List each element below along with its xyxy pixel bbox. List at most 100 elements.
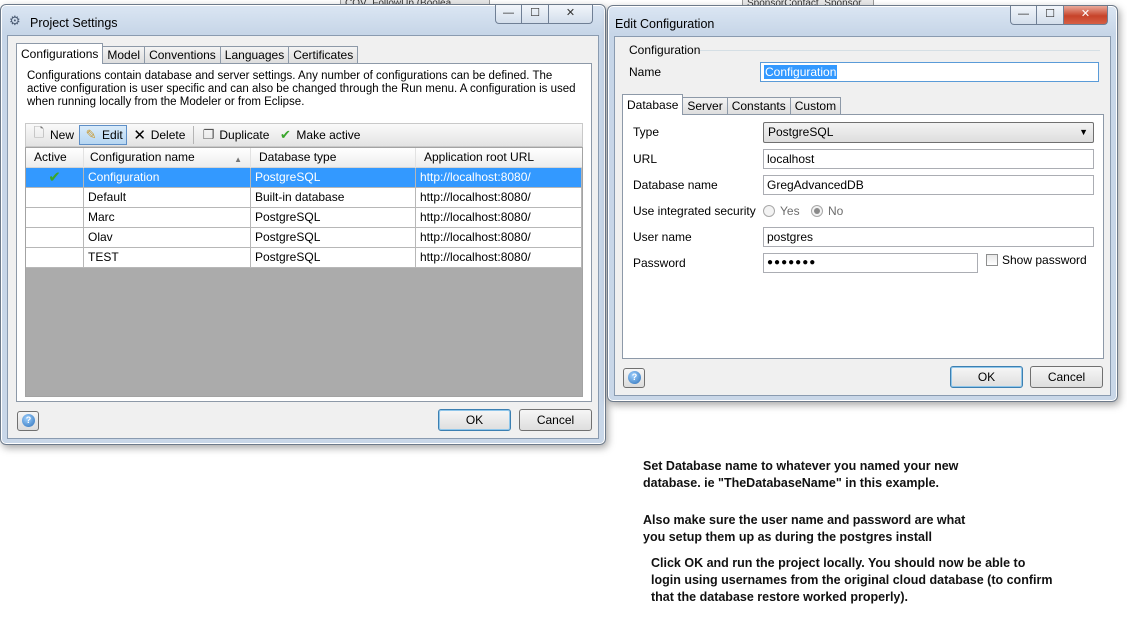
tab-custom[interactable]: Custom (789, 97, 842, 115)
show-password-label: Show password (1002, 253, 1087, 267)
table-row[interactable]: Marc PostgreSQL http://localhost:8080/ (26, 208, 582, 228)
tab-conventions[interactable]: Conventions (144, 46, 221, 64)
database-name-label: Database name (633, 178, 718, 192)
password-label: Password (633, 256, 686, 270)
tab-database[interactable]: Database (622, 94, 684, 115)
pencil-icon: ✎ (85, 127, 97, 142)
group-divider (700, 50, 1100, 51)
cancel-button[interactable]: Cancel (519, 409, 592, 431)
tab-constants[interactable]: Constants (726, 97, 791, 115)
url-input[interactable]: localhost (763, 149, 1094, 169)
project-settings-window: ⚙ Project Settings — ☐ ✕ Configurations … (0, 4, 606, 445)
instruction-note: Set Database name to whatever you named … (643, 458, 958, 492)
note-line: Also make sure the user name and passwor… (643, 513, 966, 527)
close-button[interactable]: ✕ (1064, 6, 1108, 25)
window-title: Edit Configuration (615, 17, 715, 31)
database-type-select[interactable]: PostgreSQL ▼ (763, 122, 1094, 143)
delete-x-icon: ✕ (133, 127, 146, 144)
integrated-security-yes-radio[interactable]: Yes (763, 204, 800, 218)
yes-label: Yes (780, 204, 800, 218)
column-header-active[interactable]: Active (26, 148, 84, 168)
tab-server[interactable]: Server (682, 97, 728, 115)
password-input[interactable]: ●●●●●●● (763, 253, 978, 273)
user-name-label: User name (633, 230, 692, 244)
configurations-description: Configurations contain database and serv… (27, 70, 576, 108)
cancel-button[interactable]: Cancel (1030, 366, 1103, 388)
make-active-button-label: Make active (296, 128, 361, 142)
cell-database-type: PostgreSQL (251, 248, 416, 267)
cell-database-type: PostgreSQL (251, 168, 416, 187)
maximize-button[interactable]: ☐ (522, 5, 549, 24)
cell-configuration-name: Configuration (84, 168, 251, 187)
new-button[interactable]: 🗋 New (28, 125, 77, 145)
cell-database-type: Built-in database (251, 188, 416, 207)
window-title: Project Settings (30, 16, 118, 30)
note-line: Click OK and run the project locally. Yo… (651, 556, 1026, 570)
minimize-button[interactable]: — (495, 5, 522, 24)
table-row[interactable]: TEST PostgreSQL http://localhost:8080/ (26, 248, 582, 268)
tab-configurations[interactable]: Configurations (16, 43, 104, 64)
help-icon: ? (628, 371, 641, 384)
new-button-label: New (50, 128, 75, 142)
note-line: database. ie "TheDatabaseName" in this e… (643, 476, 939, 490)
name-input-selected-text: Configuration (764, 65, 838, 79)
toolbar-separator (193, 126, 195, 144)
active-checkmark-icon: ✔ (26, 168, 84, 187)
integrated-security-no-radio[interactable]: No (811, 204, 843, 218)
tab-languages[interactable]: Languages (219, 46, 290, 64)
project-settings-titlebar[interactable]: ⚙ Project Settings — ☐ ✕ (1, 5, 605, 35)
column-header-application-root-url[interactable]: Application root URL (416, 148, 582, 168)
instruction-note: Also make sure the user name and passwor… (643, 512, 965, 546)
maximize-button[interactable]: ☐ (1037, 6, 1064, 25)
name-input[interactable]: Configuration (760, 62, 1099, 82)
database-type-value: PostgreSQL (768, 125, 834, 139)
no-label: No (828, 204, 844, 218)
radio-selected-icon (811, 205, 823, 217)
configuration-group-label: Configuration (629, 43, 701, 57)
show-password-checkbox[interactable]: Show password (986, 253, 1087, 267)
cell-configuration-name: TEST (84, 248, 251, 267)
column-header-configuration-name[interactable]: Configuration name ▲ (84, 148, 251, 168)
tab-model[interactable]: Model (102, 46, 146, 64)
type-label: Type (633, 125, 660, 139)
cell-configuration-name: Default (84, 188, 251, 207)
user-name-input[interactable]: postgres (763, 227, 1094, 247)
ok-button[interactable]: OK (438, 409, 511, 431)
help-button[interactable]: ? (623, 368, 645, 388)
delete-button[interactable]: ✕ Delete (129, 125, 189, 145)
cell-active (26, 188, 84, 207)
database-name-input[interactable]: GregAdvancedDB (763, 175, 1094, 195)
column-header-database-type[interactable]: Database type (251, 148, 416, 168)
cell-database-type: PostgreSQL (251, 208, 416, 227)
url-label: URL (633, 152, 658, 166)
duplicate-icon: ❐ (202, 127, 215, 142)
note-line: you setup them up as during the postgres… (643, 530, 932, 544)
duplicate-button[interactable]: ❐ Duplicate (197, 125, 272, 145)
cell-application-root-url: http://localhost:8080/ (416, 168, 582, 187)
edit-configuration-tabs: Database Server Constants Custom (622, 94, 842, 115)
table-row[interactable]: Olav PostgreSQL http://localhost:8080/ (26, 228, 582, 248)
help-button[interactable]: ? (17, 411, 39, 431)
table-row[interactable]: Default Built-in database http://localho… (26, 188, 582, 208)
configurations-toolbar: 🗋 New ✎ Edit ✕ Delete ❐ Duplicate ✔ Make… (25, 123, 583, 147)
edit-button[interactable]: ✎ Edit (79, 125, 127, 145)
radio-circle-icon (763, 205, 775, 217)
note-line: that the database restore worked properl… (651, 590, 909, 604)
cell-active (26, 248, 84, 267)
table-header: Active Configuration name ▲ Database typ… (26, 148, 582, 168)
cell-database-type: PostgreSQL (251, 228, 416, 247)
close-button[interactable]: ✕ (549, 5, 593, 24)
sort-ascending-icon: ▲ (234, 155, 242, 164)
gear-icon: ⚙ (9, 13, 21, 28)
new-document-icon: 🗋 (33, 125, 45, 140)
ok-button[interactable]: OK (950, 366, 1023, 388)
configurations-table: Active Configuration name ▲ Database typ… (25, 147, 583, 397)
edit-configuration-titlebar[interactable]: Edit Configuration — ☐ ✕ (608, 6, 1117, 36)
minimize-button[interactable]: — (1010, 6, 1037, 25)
cell-application-root-url: http://localhost:8080/ (416, 248, 582, 267)
make-active-button[interactable]: ✔ Make active (274, 125, 363, 145)
delete-button-label: Delete (150, 128, 186, 142)
table-row[interactable]: ✔ Configuration PostgreSQL http://localh… (26, 168, 582, 188)
tab-certificates[interactable]: Certificates (288, 46, 359, 64)
dropdown-arrow-icon: ▼ (1079, 127, 1088, 137)
